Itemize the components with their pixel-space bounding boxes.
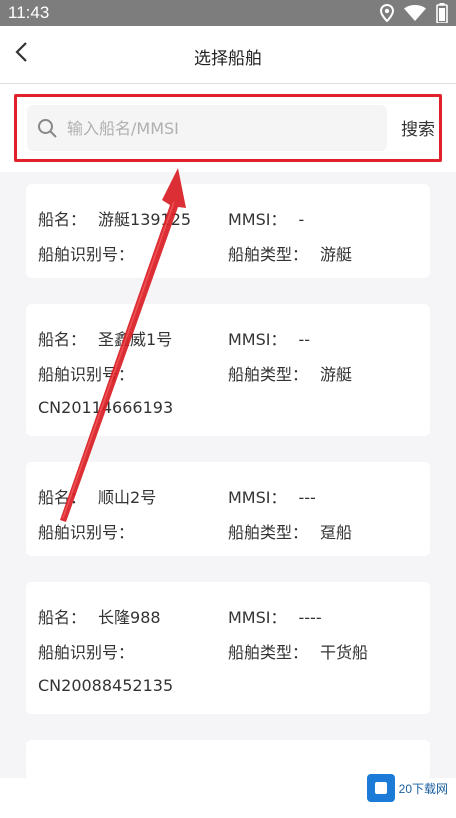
ship-card[interactable]: 船名： 长隆988 MMSI： ---- 船舶识别号： 船舶类型： 干货船 CN200… (26, 582, 430, 714)
ship-mmsi: -- (298, 330, 311, 349)
ship-name-label: 船名： (38, 210, 87, 229)
ship-type: 游艇 (320, 245, 353, 264)
ship-name: 顺山2号 (98, 488, 157, 507)
location-icon (380, 4, 394, 22)
ship-type: 趸船 (320, 523, 353, 542)
ship-id-label: 船舶识别号： (38, 365, 135, 384)
ship-mmsi-label: MMSI： (228, 210, 287, 229)
ship-mmsi-label: MMSI： (228, 330, 287, 349)
ship-type-label: 船舶类型： (228, 643, 309, 662)
ship-type-label: 船舶类型： (228, 245, 309, 264)
ship-mmsi: - (298, 210, 305, 229)
ship-name-row: 船名： 游艇139125 (38, 206, 191, 230)
search-button[interactable]: 搜索 (401, 115, 435, 140)
ship-name: 游艇139125 (98, 210, 192, 229)
watermark-text: 20下载网 (398, 781, 448, 796)
battery-icon (436, 3, 448, 23)
ship-name-row: 船名： 长隆988 (38, 604, 161, 628)
status-time: 11:43 (8, 3, 50, 22)
ship-type-row: 船舶类型： 干货船 (228, 639, 368, 663)
ship-mmsi-row: MMSI： ---- (228, 604, 322, 628)
ship-id-value: CN20114666193 (38, 398, 174, 417)
watermark: 20下载网 (366, 774, 448, 802)
status-icons (380, 3, 448, 23)
ship-type: 游艇 (320, 365, 353, 384)
search-area: 搜索 (0, 84, 456, 172)
ship-id-row: 船舶识别号： (38, 241, 134, 265)
ship-mmsi-row: MMSI： --- (228, 484, 316, 508)
ship-id-value: CN20088452135 (38, 676, 174, 695)
ship-id-row: 船舶识别号： (38, 519, 134, 543)
ship-card[interactable]: 船名： 顺山2号 MMSI： --- 船舶识别号： 船舶类型： 趸船 (26, 462, 430, 556)
ship-id-label: 船舶识别号： (38, 643, 135, 662)
ship-mmsi-row: MMSI： - (228, 206, 304, 230)
ship-card[interactable]: 船名： 圣鑫威1号 MMSI： -- 船舶识别号： 船舶类型： 游艇 CN201146… (26, 304, 430, 436)
ship-mmsi-label: MMSI： (228, 488, 287, 507)
ship-id-row: 船舶识别号： (38, 639, 134, 663)
watermark-logo-icon (366, 774, 395, 802)
ship-name-row: 船名： 圣鑫威1号 (38, 326, 172, 350)
ship-type-row: 船舶类型： 趸船 (228, 519, 352, 543)
ship-mmsi-row: MMSI： -- (228, 326, 310, 350)
ship-id-label: 船舶识别号： (38, 523, 135, 542)
header: 选择船舶 (0, 26, 456, 84)
search-input[interactable] (67, 118, 367, 138)
ship-type: 干货船 (320, 643, 369, 662)
ship-id-label: 船舶识别号： (38, 245, 135, 264)
ship-name-label: 船名： (38, 488, 87, 507)
ship-name-label: 船名： (38, 608, 87, 627)
ship-type-row: 船舶类型： 游艇 (228, 361, 352, 385)
ship-id-row: 船舶识别号： (38, 361, 134, 385)
ship-mmsi-label: MMSI： (228, 608, 287, 627)
ship-card[interactable]: 船名： 游艇139125 MMSI： - 船舶识别号： 船舶类型： 游艇 (26, 184, 430, 278)
ship-name-label: 船名： (38, 330, 87, 349)
ship-type-label: 船舶类型： (228, 523, 309, 542)
status-bar: 11:43 (0, 0, 456, 26)
page-title: 选择船舶 (194, 49, 262, 69)
ship-name: 长隆988 (98, 608, 161, 627)
ship-type-label: 船舶类型： (228, 365, 309, 384)
search-icon (37, 118, 57, 138)
ship-name-row: 船名： 顺山2号 (38, 484, 156, 508)
search-field[interactable] (27, 105, 387, 151)
ship-name: 圣鑫威1号 (98, 330, 173, 349)
search-highlight-box: 搜索 (14, 94, 442, 162)
wifi-icon (404, 5, 426, 21)
ship-type-row: 船舶类型： 游艇 (228, 241, 352, 265)
ship-mmsi: ---- (298, 608, 322, 627)
ship-mmsi: --- (298, 488, 316, 507)
